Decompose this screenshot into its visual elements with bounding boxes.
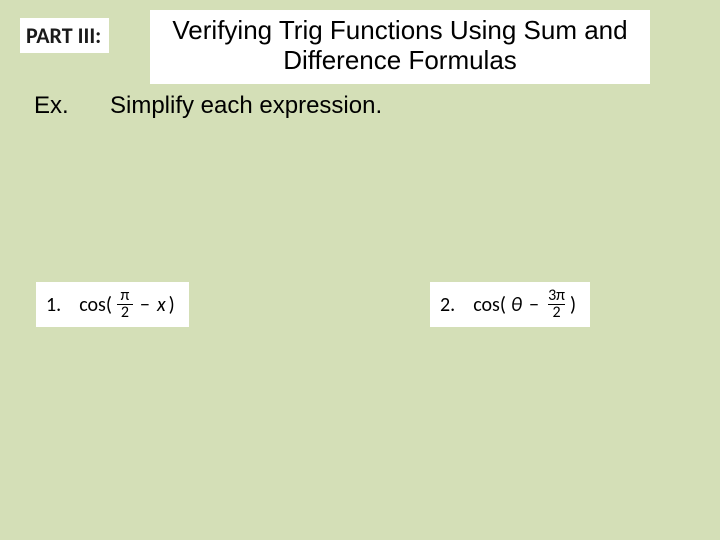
problem-1: 1. cos( π 2 − x ): [36, 282, 189, 327]
fraction-denominator: 2: [117, 304, 133, 321]
fraction: π 2: [117, 288, 133, 321]
operator: −: [529, 293, 539, 317]
variable: x: [157, 293, 166, 317]
variable: θ: [511, 293, 522, 317]
fraction-numerator: π: [119, 288, 132, 304]
page-title: Verifying Trig Functions Using Sum and D…: [150, 10, 650, 84]
part-label: PART III:: [20, 18, 109, 53]
problem-2: 2. cos( θ − 3π 2 ): [430, 282, 590, 327]
instruction-text: Simplify each expression.: [110, 92, 382, 120]
example-label: Ex.: [34, 92, 69, 120]
problem-expression: cos( π 2 − x ): [79, 288, 175, 321]
func-text: cos(: [79, 293, 112, 317]
func-text: cos(: [473, 293, 506, 317]
fraction-numerator: 3π: [546, 288, 567, 304]
problem-number: 2.: [440, 293, 455, 317]
problem-expression: cos( θ − 3π 2 ): [473, 288, 576, 321]
fraction: 3π 2: [546, 288, 567, 321]
close-paren: ): [169, 293, 175, 317]
fraction-denominator: 2: [548, 304, 564, 321]
problem-number: 1.: [46, 293, 61, 317]
close-paren: ): [570, 293, 576, 317]
operator: −: [140, 293, 150, 317]
